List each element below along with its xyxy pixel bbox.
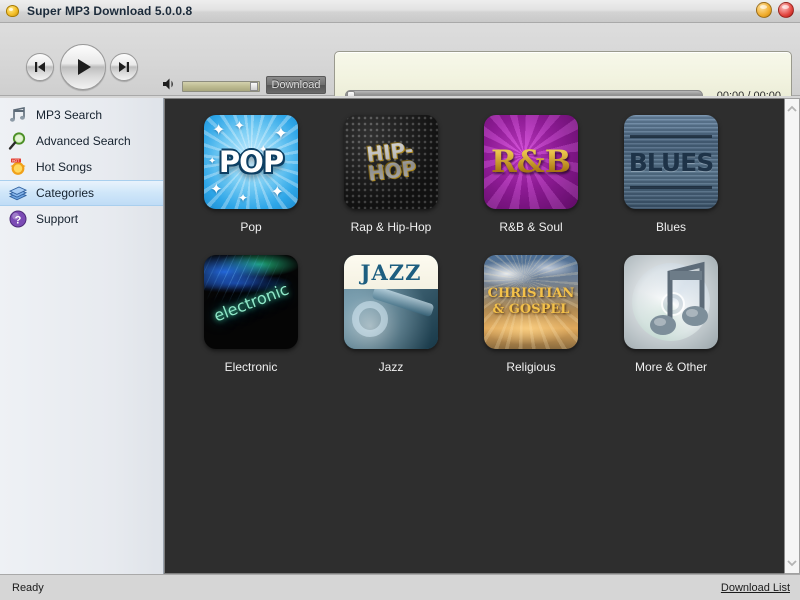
sidebar-item-label: Support — [36, 212, 79, 226]
status-text: Ready — [12, 581, 44, 594]
sidebar-item-advanced-search[interactable]: Advanced Search — [0, 128, 163, 154]
category-tile-electronic[interactable]: electronic Electronic — [181, 255, 321, 395]
question-mark-icon: ? — [8, 209, 28, 229]
magnifier-icon — [8, 131, 28, 151]
category-label: Pop — [240, 220, 262, 234]
window-title: Super MP3 Download 5.0.0.8 — [27, 4, 193, 18]
category-label: R&B & Soul — [499, 220, 563, 234]
category-content-panel: ✦ ✦ ✦ ✦ ✦ ✦ ✦ ✦ POP Pop HIP- HOP Rap & H… — [164, 98, 784, 574]
category-tile-pop[interactable]: ✦ ✦ ✦ ✦ ✦ ✦ ✦ ✦ POP Pop — [181, 115, 321, 255]
download-button[interactable]: Download — [266, 76, 326, 94]
category-art-religious: CHRISTIAN & GOSPEL — [484, 255, 578, 349]
title-bar: Super MP3 Download 5.0.0.8 — [0, 0, 800, 23]
next-button[interactable] — [110, 53, 138, 81]
category-label: More & Other — [634, 360, 708, 374]
sidebar: MP3 Search Advanced Search HOT Hot Songs… — [0, 98, 164, 574]
skip-previous-icon — [35, 62, 45, 72]
volume-icon[interactable] — [162, 77, 176, 91]
previous-button[interactable] — [26, 53, 54, 81]
category-tile-jazz[interactable]: JAZZ Jazz — [321, 255, 461, 395]
category-art-electronic: electronic — [204, 255, 298, 349]
category-label: Rap & Hip-Hop — [350, 220, 432, 234]
play-button[interactable] — [60, 44, 106, 90]
category-art-text-line2: HOP — [366, 156, 418, 186]
music-note-icon — [8, 105, 28, 125]
sidebar-item-support[interactable]: ? Support — [0, 206, 163, 232]
category-art-jazz: JAZZ — [344, 255, 438, 349]
category-art-text-line2: & GOSPEL — [492, 302, 570, 317]
category-art-rnb: R&B — [484, 115, 578, 209]
sidebar-item-label: MP3 Search — [36, 108, 103, 122]
category-art-text: R&B — [484, 115, 578, 209]
main-body: MP3 Search Advanced Search HOT Hot Songs… — [0, 96, 800, 574]
sidebar-item-mp3-search[interactable]: MP3 Search — [0, 102, 163, 128]
content-scrollbar[interactable] — [784, 98, 800, 574]
category-art-blues: BLUES — [624, 115, 718, 209]
category-art-text: electronic — [210, 279, 292, 325]
category-art-pop: ✦ ✦ ✦ ✦ ✦ ✦ ✦ ✦ POP — [204, 115, 298, 209]
category-tile-rap-hip-hop[interactable]: HIP- HOP Rap & Hip-Hop — [321, 115, 461, 255]
books-icon — [8, 183, 28, 203]
category-tile-rnb-soul[interactable]: R&B R&B & Soul — [461, 115, 601, 255]
svg-text:HOT: HOT — [12, 159, 19, 163]
music-note-icon — [650, 261, 708, 335]
category-tile-religious[interactable]: CHRISTIAN & GOSPEL Religious — [461, 255, 601, 395]
category-tile-blues[interactable]: BLUES Blues — [601, 115, 741, 255]
category-art-text-line1: CHRISTIAN — [487, 286, 575, 302]
category-art-text: JAZZ — [360, 259, 422, 285]
category-tile-more-other[interactable]: More & Other — [601, 255, 741, 395]
skip-next-icon — [119, 62, 129, 72]
player-toolbar: Download 00:00 / 00:00 — [0, 23, 800, 111]
minimize-button[interactable] — [756, 2, 772, 18]
close-button[interactable] — [778, 2, 794, 18]
chevron-up-icon[interactable] — [785, 102, 799, 116]
status-bar: Ready Download List — [0, 574, 800, 600]
sidebar-item-categories[interactable]: Categories — [0, 180, 163, 206]
application-window: Super MP3 Download 5.0.0.8 Download MP3 … — [0, 0, 800, 600]
category-art-more — [624, 255, 718, 349]
category-label: Jazz — [378, 360, 404, 374]
category-label: Religious — [506, 360, 556, 374]
svg-text:?: ? — [15, 215, 22, 227]
category-label: Electronic — [224, 360, 278, 374]
sidebar-item-label: Categories — [36, 186, 95, 200]
chevron-down-icon[interactable] — [785, 556, 799, 570]
sidebar-item-label: Advanced Search — [36, 134, 131, 148]
volume-slider-thumb[interactable] — [250, 82, 258, 91]
sidebar-item-hot-songs[interactable]: HOT Hot Songs — [0, 154, 163, 180]
volume-slider[interactable] — [182, 81, 260, 92]
sidebar-item-label: Hot Songs — [36, 160, 93, 174]
hot-sun-icon: HOT — [8, 157, 28, 177]
download-list-link[interactable]: Download List — [721, 582, 790, 594]
window-controls — [756, 2, 794, 18]
app-logo-icon — [5, 3, 21, 19]
category-art-text: POP — [218, 145, 284, 179]
category-label: Blues — [655, 220, 687, 234]
play-icon — [78, 59, 91, 75]
category-art-hiphop: HIP- HOP — [344, 115, 438, 209]
category-grid: ✦ ✦ ✦ ✦ ✦ ✦ ✦ ✦ POP Pop HIP- HOP Rap & H… — [165, 99, 784, 395]
category-art-text: BLUES — [628, 147, 714, 177]
